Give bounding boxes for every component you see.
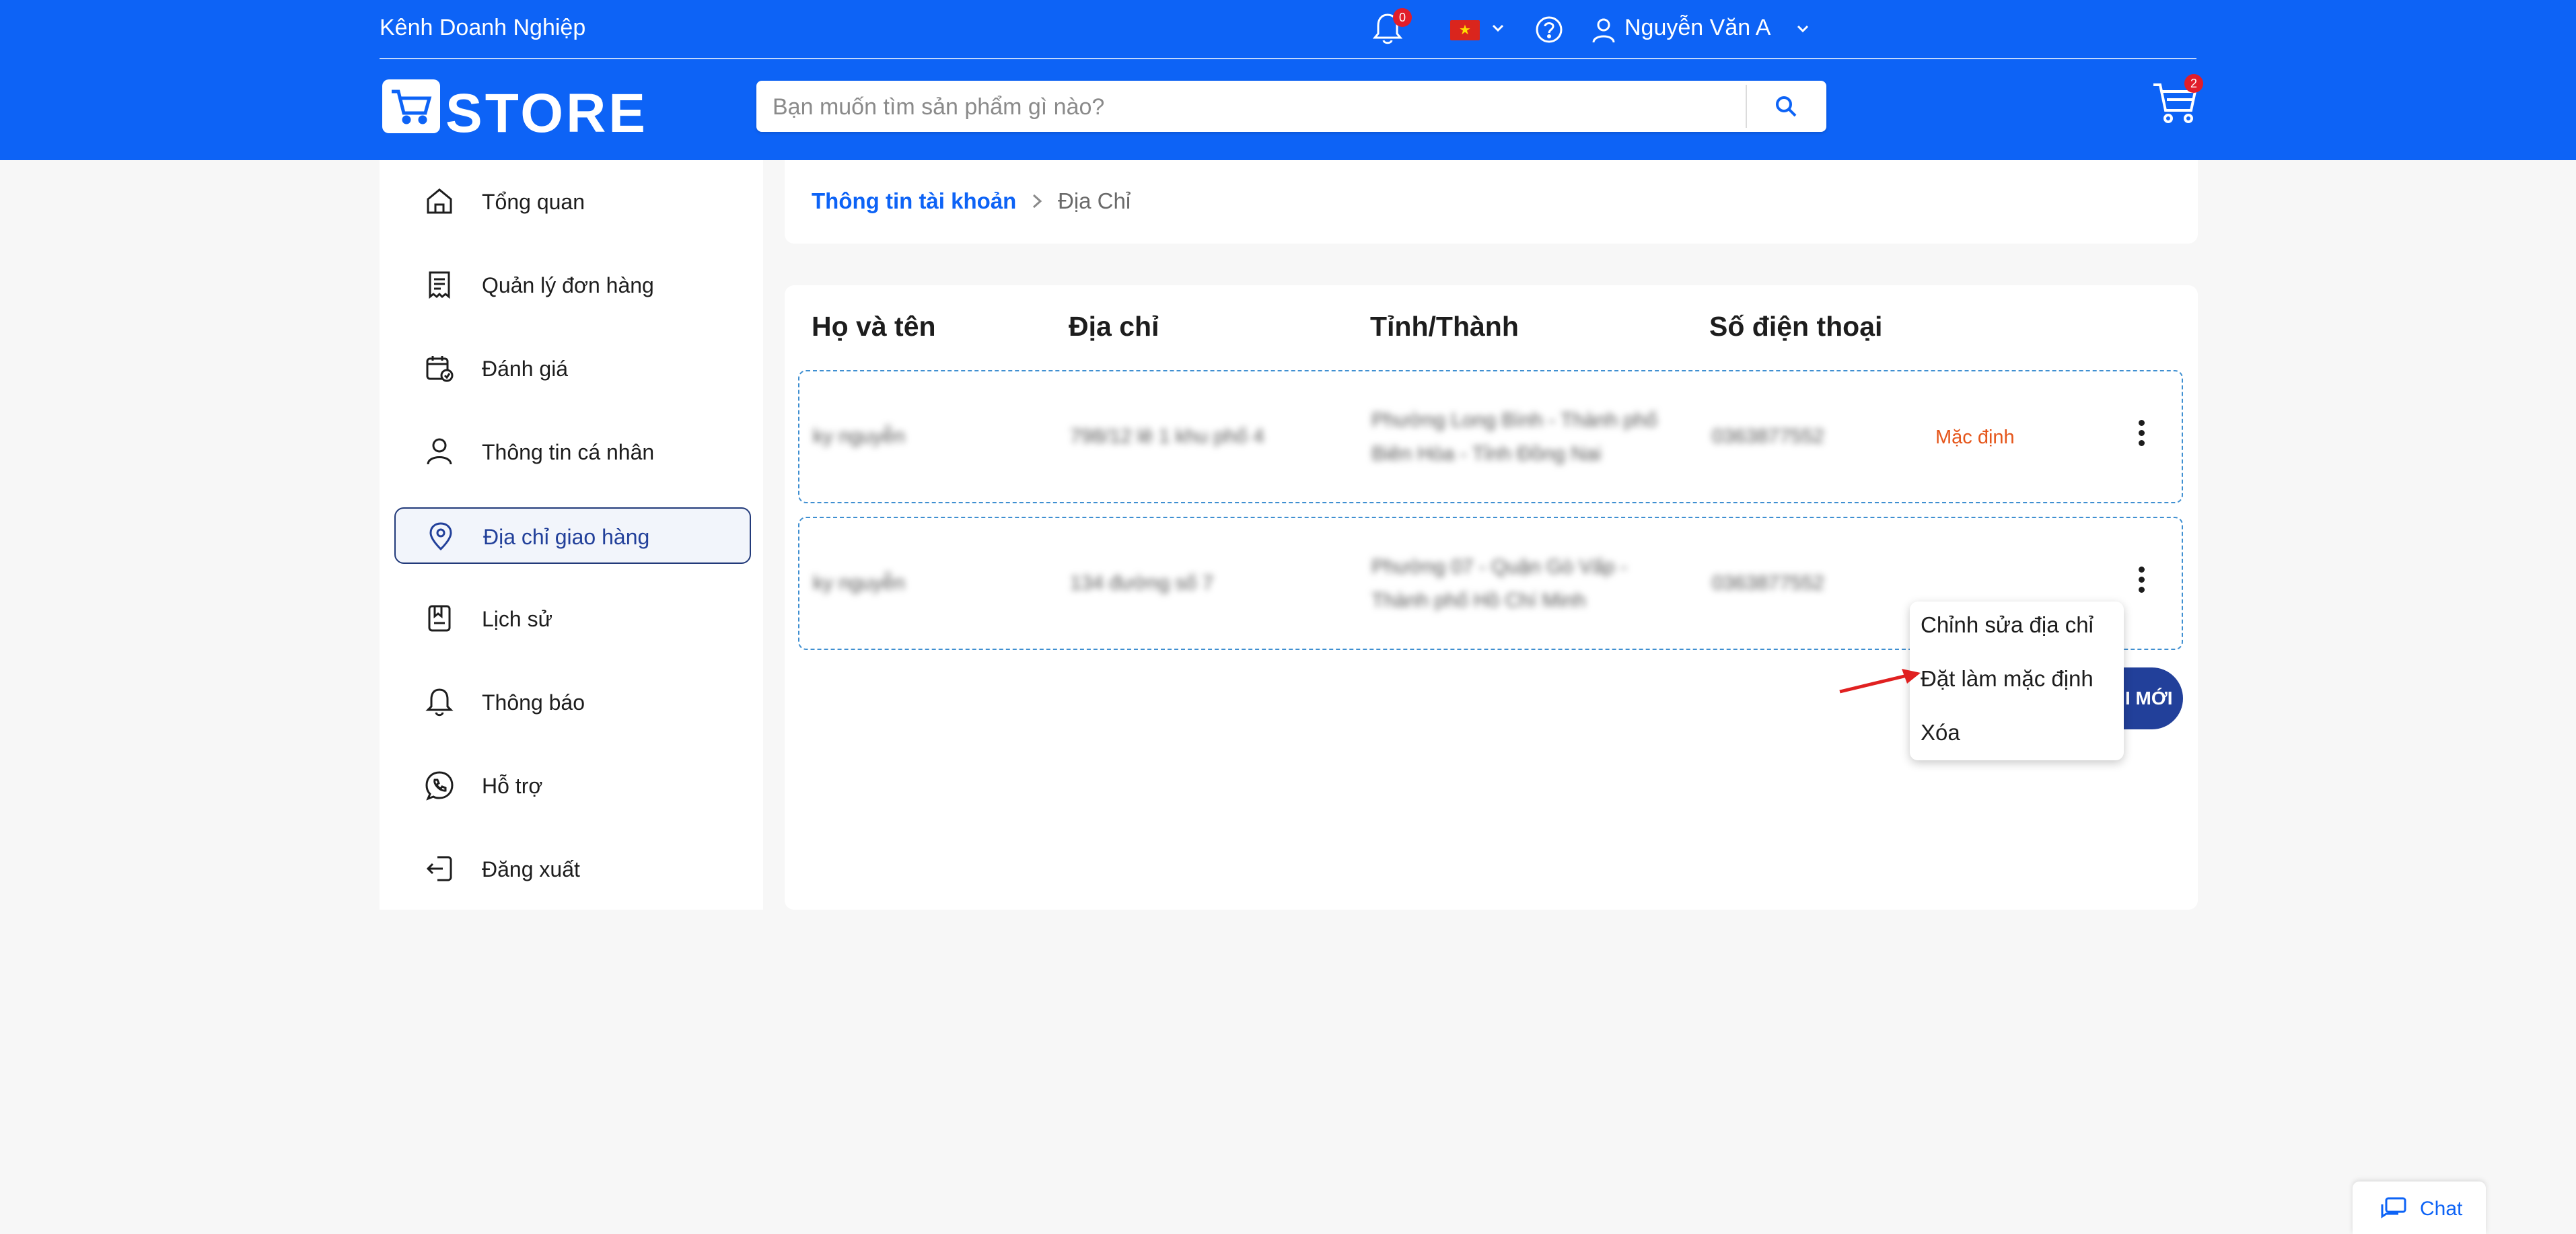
logo-text: STORE (445, 83, 648, 144)
logo-cart-icon (382, 79, 440, 133)
address-row[interactable]: ky nguyễn 798/12 lê 1 khu phố 4 Phường L… (798, 370, 2183, 503)
search-divider (1746, 85, 1747, 128)
search-input[interactable] (771, 81, 1797, 133)
more-options-icon[interactable] (2133, 564, 2149, 603)
sidebar-item-profile[interactable]: Thông tin cá nhân (394, 424, 751, 480)
cart-count-badge: 2 (2184, 74, 2203, 93)
address-options-menu: Chỉnh sửa địa chỉ Đặt làm mặc định Xóa (1910, 602, 2124, 760)
annotation-arrow-icon (1839, 669, 1921, 694)
search-icon (1776, 96, 1797, 117)
chat-bubble-icon (2381, 1197, 2406, 1219)
address-row-province: Phường Long Bình - Thành phố Biên Hòa - … (1371, 409, 1657, 465)
more-options-icon[interactable] (2133, 417, 2149, 456)
menu-item-delete[interactable]: Xóa (1921, 720, 1960, 746)
column-header-phone: Số điện thoại (1709, 311, 1883, 342)
menu-item-edit-address[interactable]: Chỉnh sửa địa chỉ (1921, 612, 2094, 638)
menu-item-set-default[interactable]: Đặt làm mặc định (1921, 666, 2094, 692)
account-user-name[interactable]: Nguyễn Văn A (1624, 15, 1770, 41)
account-chevron-down-icon[interactable] (1794, 20, 1812, 38)
address-row-phone: 0363877552 (1712, 425, 1824, 447)
top-header: Kênh Doanh Nghiệp 0 ★ Nguyễn Văn A STORE (0, 0, 2576, 160)
sidebar-item-orders[interactable]: Quản lý đơn hàng (394, 257, 751, 314)
address-row-name: ky nguyễn (813, 572, 905, 594)
phone-support-icon (425, 771, 454, 801)
sidebar-item-label: Lịch sử (482, 607, 553, 631)
sidebar-item-label: Tổng quan (482, 190, 585, 214)
product-search-box (756, 81, 1826, 133)
address-row-name: ky nguyễn (813, 425, 905, 447)
home-icon (427, 188, 452, 214)
sidebar-item-history[interactable]: Lịch sử (394, 591, 751, 647)
sidebar-item-support[interactable]: Hỗ trợ (394, 758, 751, 814)
column-header-name: Họ và tên (812, 311, 936, 342)
account-sidebar: Tổng quan Quản lý đơn hàng Đánh giá Thôn… (380, 160, 763, 910)
vietnam-flag-icon[interactable]: ★ (1450, 20, 1480, 40)
user-icon (427, 438, 452, 465)
sidebar-item-label: Địa chỉ giao hàng (483, 525, 650, 549)
sidebar-item-label: Thông tin cá nhân (482, 440, 655, 464)
default-address-badge: Mặc định (1935, 427, 2015, 448)
breadcrumb-current: Địa Chỉ (1058, 188, 1131, 213)
receipt-icon (429, 271, 450, 299)
location-pin-icon (429, 522, 452, 551)
sidebar-item-label: Hỗ trợ (482, 774, 543, 798)
notification-count-badge: 0 (1393, 8, 1412, 27)
chevron-right-icon (1032, 194, 1042, 209)
sidebar-item-label: Đăng xuất (482, 857, 580, 881)
column-header-address: Địa chỉ (1069, 311, 1159, 342)
column-header-province: Tỉnh/Thành (1370, 311, 1519, 342)
sidebar-item-reviews[interactable]: Đánh giá (394, 340, 751, 397)
calendar-review-icon (426, 356, 454, 382)
sidebar-item-overview[interactable]: Tổng quan (394, 174, 751, 230)
search-button[interactable] (1752, 85, 1820, 128)
address-row-phone: 0363877552 (1712, 572, 1824, 594)
sidebar-item-shipping-address[interactable]: Địa chỉ giao hàng (394, 507, 751, 564)
top-bar: Kênh Doanh Nghiệp (380, 0, 2196, 59)
address-row-province: Phường 07 - Quận Gò Vấp - Thành phố Hồ C… (1371, 556, 1627, 612)
address-list-card: Họ và tên Địa chỉ Tỉnh/Thành Số điện tho… (785, 285, 2198, 910)
breadcrumb: Thông tin tài khoản Địa Chỉ (785, 160, 2198, 244)
business-channel-link[interactable]: Kênh Doanh Nghiệp (380, 15, 585, 41)
sidebar-item-notifications[interactable]: Thông báo (394, 674, 751, 731)
language-chevron-down-icon[interactable] (1489, 19, 1507, 38)
help-icon[interactable] (1534, 15, 1564, 44)
logout-icon (426, 856, 452, 881)
chat-label: Chat (2420, 1198, 2463, 1220)
chat-widget-button[interactable]: Chat (2353, 1182, 2486, 1234)
breadcrumb-account-info-link[interactable]: Thông tin tài khoản (812, 188, 1016, 214)
sidebar-item-logout[interactable]: Đăng xuất (394, 841, 751, 898)
account-user-icon[interactable] (1591, 17, 1616, 44)
sidebar-item-label: Thông báo (482, 690, 585, 715)
history-icon (428, 605, 451, 632)
address-row-street: 134 đường số 7 (1070, 572, 1214, 594)
bell-icon (425, 688, 454, 717)
sidebar-item-label: Quản lý đơn hàng (482, 273, 654, 297)
sidebar-item-label: Đánh giá (482, 357, 569, 381)
address-row-street: 798/12 lê 1 khu phố 4 (1070, 425, 1264, 447)
store-logo[interactable]: STORE (382, 79, 645, 144)
